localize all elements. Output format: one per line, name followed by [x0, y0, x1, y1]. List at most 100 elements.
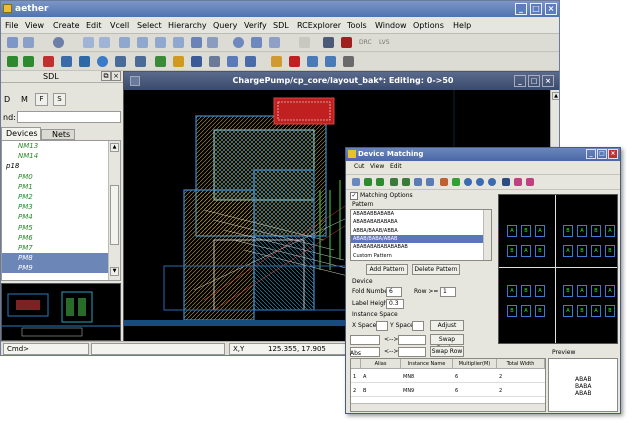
pattern-list[interactable]: ABABABBABABA ABABABABABABA ABBA/BAAB/ABBA A…: [350, 209, 492, 261]
matrix-device[interactable]: A: [563, 245, 573, 257]
tree-item[interactable]: NM14: [2, 151, 108, 161]
cell-icon[interactable]: [173, 37, 184, 48]
adjust-button[interactable]: Adjust: [430, 320, 464, 331]
canvas-close-button[interactable]: ×: [542, 75, 554, 87]
canvas-minimize-button[interactable]: _: [514, 75, 526, 87]
matrix-device[interactable]: B: [577, 305, 587, 317]
table-icon[interactable]: [245, 56, 256, 67]
matrix-device[interactable]: B: [535, 305, 545, 317]
maximize-button[interactable]: □: [530, 3, 542, 15]
tab-devices[interactable]: Devices: [1, 127, 41, 140]
matrix-device[interactable]: B: [563, 285, 573, 297]
table-header-cell[interactable]: Alias: [361, 359, 401, 369]
table-header-cell[interactable]: Instance Name: [401, 359, 453, 369]
dlg-zoom-in-icon[interactable]: [464, 178, 472, 186]
menu-options[interactable]: Options: [413, 17, 444, 34]
matrix-device[interactable]: A: [605, 225, 615, 237]
command-input[interactable]: Cmd>: [3, 343, 89, 355]
pattern-item[interactable]: ABABABBABABA: [351, 210, 483, 218]
frame-icon[interactable]: [207, 37, 218, 48]
route-icon[interactable]: [155, 56, 166, 67]
pan-icon[interactable]: [251, 37, 262, 48]
dlg-zoom-out-icon[interactable]: [476, 178, 484, 186]
matrix-device[interactable]: B: [507, 245, 517, 257]
minimize-button[interactable]: _: [515, 3, 527, 15]
scroll-down-icon[interactable]: ▼: [110, 267, 119, 276]
mode-d[interactable]: D: [4, 95, 10, 104]
matrix-device[interactable]: B: [577, 245, 587, 257]
mode-f-button[interactable]: F: [35, 93, 48, 106]
dialog-menu-view[interactable]: View: [370, 161, 384, 173]
redo-icon[interactable]: [23, 56, 34, 67]
menu-hierarchy[interactable]: Hierarchy: [168, 17, 207, 34]
box-icon[interactable]: [191, 37, 202, 48]
stop-icon[interactable]: [341, 37, 352, 48]
list-icon[interactable]: [343, 56, 354, 67]
layer-icon[interactable]: [99, 37, 110, 48]
matrix-device[interactable]: B: [507, 305, 517, 317]
tree-item[interactable]: PM0: [2, 172, 108, 182]
swap-device-from-input[interactable]: [350, 335, 380, 345]
dlg-grid-icon[interactable]: [440, 178, 448, 186]
fold-number-input[interactable]: 6: [386, 287, 402, 297]
undo-icon[interactable]: [7, 56, 18, 67]
matching-options-checkbox[interactable]: ✓: [350, 192, 358, 200]
tree-item[interactable]: PM4: [2, 212, 108, 222]
save-icon[interactable]: [7, 37, 18, 48]
menu-sdl[interactable]: SDL: [273, 17, 289, 34]
table-header-cell[interactable]: [351, 359, 361, 369]
path-icon[interactable]: [119, 37, 130, 48]
rotate-icon[interactable]: [97, 56, 108, 67]
merge-icon[interactable]: [191, 56, 202, 67]
mini-preview[interactable]: [1, 283, 121, 341]
matrix-device[interactable]: A: [591, 305, 601, 317]
tree-item[interactable]: PM6: [2, 233, 108, 243]
grid-icon[interactable]: [83, 37, 94, 48]
matrix-device[interactable]: B: [605, 245, 615, 257]
pattern-item[interactable]: ABAB/BABA/ABAB: [351, 234, 483, 243]
tree-item[interactable]: p18: [2, 161, 108, 171]
matrix-device[interactable]: A: [535, 225, 545, 237]
wire-icon[interactable]: [307, 56, 318, 67]
via-icon[interactable]: [173, 56, 184, 67]
pattern-item[interactable]: Custom Pattern: [351, 252, 483, 260]
blank-icon[interactable]: [299, 37, 310, 48]
xspace-input[interactable]: [376, 321, 388, 331]
delete-icon[interactable]: [43, 56, 54, 67]
matrix-device[interactable]: A: [605, 285, 615, 297]
dlg-right-icon[interactable]: [426, 178, 434, 186]
matrix-device[interactable]: B: [563, 225, 573, 237]
matrix-device[interactable]: B: [605, 305, 615, 317]
scroll-up-icon[interactable]: ▲: [110, 143, 119, 152]
dialog-maximize-button[interactable]: □: [597, 149, 607, 159]
row-input[interactable]: 1: [440, 287, 456, 297]
split-icon[interactable]: [209, 56, 220, 67]
matrix-device[interactable]: A: [577, 225, 587, 237]
dialog-menu-cut[interactable]: Cut: [354, 161, 364, 173]
matrix-device[interactable]: A: [521, 245, 531, 257]
tree-item[interactable]: PM3: [2, 202, 108, 212]
open-icon[interactable]: [23, 37, 34, 48]
menu-window[interactable]: Window: [375, 17, 407, 34]
matrix-device[interactable]: B: [521, 225, 531, 237]
table-row[interactable]: 1 A MN8 6 2: [351, 371, 545, 383]
dlg-zoom-fit-icon[interactable]: [488, 178, 496, 186]
swap-row-to-input[interactable]: [398, 347, 426, 357]
menu-rcexplorer[interactable]: RCExplorer: [297, 17, 341, 34]
float-icon[interactable]: ⧉: [101, 71, 111, 81]
scroll-thumb[interactable]: [110, 185, 119, 245]
menu-tools[interactable]: Tools: [347, 17, 367, 34]
table-header-cell[interactable]: Total Width: [497, 359, 545, 369]
canvas-maximize-button[interactable]: □: [528, 75, 540, 87]
search-icon[interactable]: [53, 37, 64, 48]
pattern-scrollbar[interactable]: [483, 210, 491, 260]
add-pattern-button[interactable]: Add Pattern: [366, 264, 408, 275]
menu-create[interactable]: Create: [53, 17, 80, 34]
pattern-item[interactable]: ABBA/BAAB/ABBA: [351, 227, 483, 235]
menu-select[interactable]: Select: [137, 17, 162, 34]
tree-item[interactable]: NM13: [2, 141, 108, 151]
panel-close-icon[interactable]: ×: [111, 71, 121, 81]
dlg-pin2-icon[interactable]: [526, 178, 534, 186]
dlg-align-icon[interactable]: [502, 178, 510, 186]
swap-device-to-input[interactable]: [398, 335, 426, 345]
